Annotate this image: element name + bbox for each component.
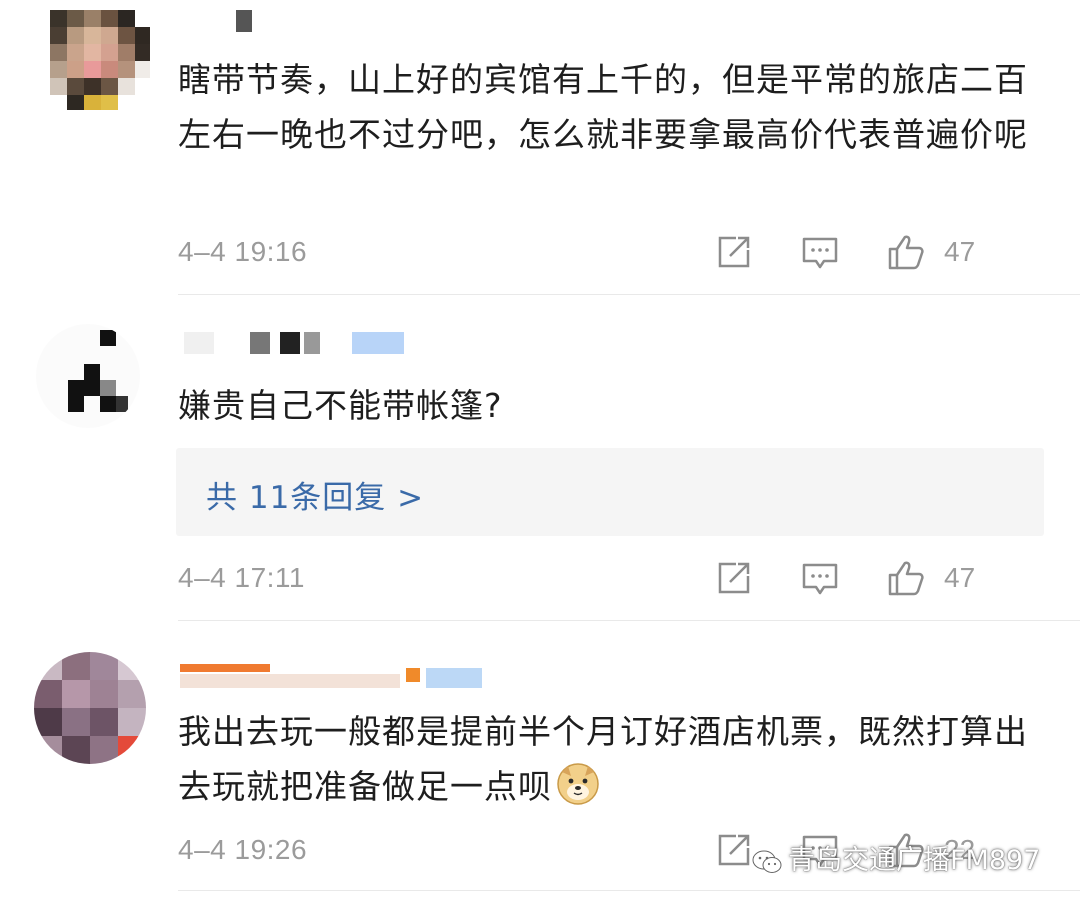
thumbs-up-icon[interactable] bbox=[886, 232, 926, 272]
comment-time: 4–4 19:16 bbox=[178, 236, 308, 267]
username-redacted[interactable] bbox=[236, 10, 256, 36]
view-replies-button[interactable]: 共 11条回复 > bbox=[176, 448, 1044, 536]
comment-text-content: 我出去玩一般都是提前半个月订好酒店机票，既然打算出去玩就把准备做足一点呗 bbox=[178, 712, 1028, 806]
action-bar: 47 bbox=[714, 558, 1044, 598]
comment-meta: 4–4 17:11 47 bbox=[178, 558, 1044, 598]
divider bbox=[178, 294, 1080, 295]
comment-text: 嫌贵自己不能带帐篷? bbox=[178, 386, 503, 425]
avatar[interactable] bbox=[36, 324, 140, 428]
doge-emoji-icon bbox=[556, 762, 600, 806]
comment-1: 瞎带节奏，山上好的宾馆有上千的，但是平常的旅店二百左右一晚也不过分吧，怎么就非要… bbox=[0, 0, 1080, 296]
username-redacted[interactable] bbox=[184, 332, 414, 358]
replies-label: 共 11条回复 > bbox=[206, 480, 425, 516]
like-count: 47 bbox=[944, 236, 976, 267]
comment-icon[interactable] bbox=[800, 558, 840, 598]
comment-icon[interactable] bbox=[800, 232, 840, 272]
comment-time: 4–4 17:11 bbox=[178, 562, 305, 593]
action-bar: 47 bbox=[714, 232, 1044, 272]
comment-meta: 4–4 19:16 47 bbox=[178, 232, 1044, 272]
comment-text: 瞎带节奏，山上好的宾馆有上千的，但是平常的旅店二百左右一晚也不过分吧，怎么就非要… bbox=[178, 60, 1028, 154]
avatar[interactable] bbox=[50, 10, 150, 110]
comment-2: 嫌贵自己不能带帐篷? 共 11条回复 > 4–4 17:11 47 bbox=[0, 296, 1080, 622]
comment-text: 我出去玩一般都是提前半个月订好酒店机票，既然打算出去玩就把准备做足一点呗 bbox=[178, 704, 1030, 814]
wechat-icon bbox=[752, 849, 782, 882]
thumbs-up-icon[interactable] bbox=[886, 558, 926, 598]
share-edit-icon[interactable] bbox=[714, 558, 754, 598]
watermark: 青岛交通广播FM897 bbox=[752, 838, 1040, 878]
share-edit-icon[interactable] bbox=[714, 830, 754, 870]
share-edit-icon[interactable] bbox=[714, 232, 754, 272]
divider bbox=[178, 890, 1080, 891]
avatar[interactable] bbox=[34, 652, 146, 764]
watermark-text: 青岛交通广播FM897 bbox=[788, 845, 1041, 876]
comment-time: 4–4 19:26 bbox=[178, 834, 308, 865]
like-count: 47 bbox=[944, 562, 976, 593]
divider bbox=[178, 620, 1080, 621]
username-redacted[interactable] bbox=[180, 664, 490, 690]
